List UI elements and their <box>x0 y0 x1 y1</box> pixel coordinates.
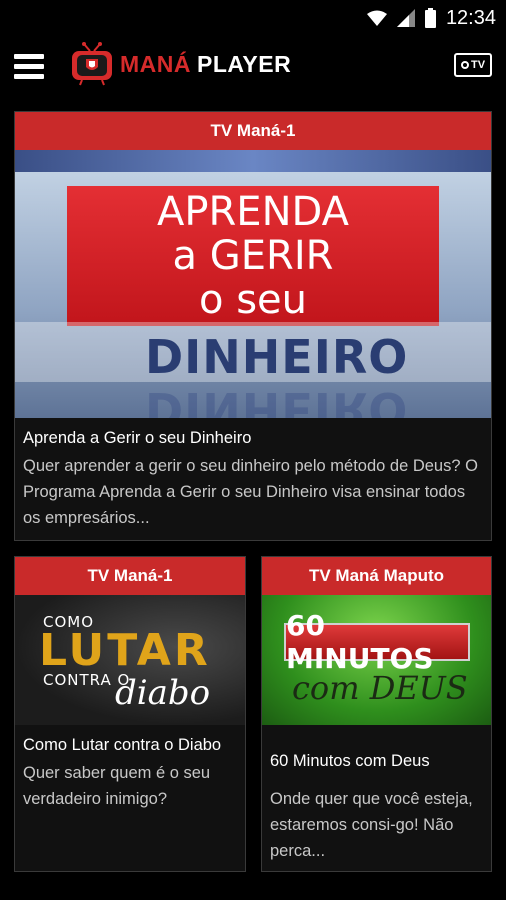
program-description: Quer aprender a gerir o seu dinheiro pel… <box>23 457 478 527</box>
tv-logo-icon <box>72 42 112 86</box>
thumbnail-text-line2: a GERIR <box>172 233 334 279</box>
program-description: Onde quer que você esteja, estaremos con… <box>270 790 473 860</box>
record-icon <box>460 61 469 69</box>
program-card[interactable]: TV Maná-1 APRENDA a GERIR o seu DINHEIRO… <box>14 111 492 541</box>
live-tv-button[interactable]: TV <box>454 53 492 77</box>
program-thumbnail: APRENDA a GERIR o seu DINHEIRO DINHEIRO <box>15 150 491 418</box>
program-title: Aprenda a Gerir o seu Dinheiro <box>23 429 252 447</box>
program-card[interactable]: TV Maná-1 COMO LUTAR CONTRA O diabo Como… <box>14 556 246 872</box>
brand-name-white: PLAYER <box>197 50 292 77</box>
thumbnail-text-line1: APRENDA <box>157 189 349 235</box>
channel-label: TV Maná Maputo <box>262 557 491 595</box>
program-title: Como Lutar contra o Diabo <box>23 736 222 754</box>
thumbnail-text-box: 60 MINUTOS <box>284 609 470 675</box>
thumbnail-highlight: DINHEIRO <box>145 330 409 384</box>
program-thumbnail: 60 MINUTOS com DEUS <box>262 595 491 725</box>
program-thumbnail: COMO LUTAR CONTRA O diabo <box>15 595 245 725</box>
hamburger-menu-icon[interactable] <box>14 54 44 80</box>
thumbnail-text-script: diabo <box>115 673 211 713</box>
thumbnail-text-big: LUTAR <box>39 625 211 676</box>
clock: 12:34 <box>445 6 496 29</box>
live-tv-label: TV <box>470 59 486 71</box>
program-description: Quer saber quem é o seu verdadeiro inimi… <box>23 764 211 808</box>
battery-icon <box>424 8 436 28</box>
wifi-icon <box>366 10 387 26</box>
app-bar: MANÁ PLAYER TV <box>0 36 506 98</box>
brand-name-red: MANÁ <box>120 50 191 77</box>
thumbnail-reflection: DINHEIRO <box>145 382 409 418</box>
app-logo: MANÁ PLAYER <box>70 42 291 86</box>
program-card[interactable]: TV Maná Maputo 60 MINUTOS com DEUS 60 Mi… <box>261 556 492 872</box>
cell-signal-icon <box>396 9 415 27</box>
thumbnail-text-line3: o seu <box>199 277 307 323</box>
status-bar: 12:34 <box>0 0 506 36</box>
channel-label: TV Maná-1 <box>15 112 491 150</box>
channel-label: TV Maná-1 <box>15 557 245 595</box>
program-title: 60 Minutos com Deus <box>270 752 430 770</box>
thumbnail-text-script: com DEUS <box>292 669 468 707</box>
